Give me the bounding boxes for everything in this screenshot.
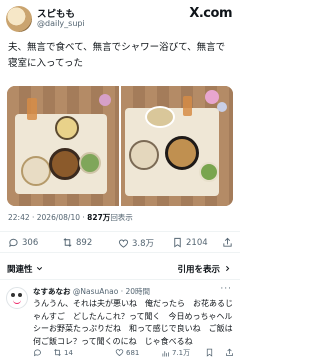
reply-avatar[interactable]: [6, 287, 28, 309]
reply-repost-count: 14: [64, 348, 73, 357]
bookmark-icon: [206, 348, 213, 357]
reply-views-count: 7.1万: [172, 349, 191, 357]
chevron-right-icon: [226, 265, 230, 272]
reply-like-count: 681: [126, 348, 140, 357]
post-actions: 306 892 3.8万 2104: [0, 231, 240, 253]
share-icon: [226, 348, 233, 356]
bookmark-count: 2104: [186, 237, 208, 248]
view-quotes-label: 引用を表示: [177, 265, 221, 275]
reply-icon: [9, 238, 18, 248]
reply-count: 306: [22, 237, 39, 248]
chevron-down-icon: [37, 267, 43, 271]
heart-icon: [118, 239, 129, 248]
post-header: スピもも @daily_supi X.com: [0, 0, 240, 40]
like-count: 3.8万: [132, 239, 155, 249]
bookmark-button[interactable]: 2104: [172, 237, 208, 248]
views-label: 回表示: [110, 213, 133, 222]
reply-share-button[interactable]: [225, 348, 234, 357]
post-photos[interactable]: [7, 86, 233, 206]
heart-icon: [115, 349, 124, 356]
brand-text: X.com: [189, 6, 232, 21]
author-handle[interactable]: @daily_supi: [37, 19, 85, 28]
reply-icon: [33, 349, 41, 357]
reply-time[interactable]: · 20時間: [121, 287, 150, 296]
post-text: 夫、無言で食べて、無言でシャワー浴びて、無言で寝室に入ってった: [8, 42, 226, 69]
reply-item[interactable]: なすあなお @NasuAnao · 20時間 ··· うんうん、それは夫が悪いね…: [0, 283, 240, 361]
views-count: 827万: [87, 213, 111, 222]
views-icon: [162, 350, 169, 356]
reply-header: なすあなお @NasuAnao · 20時間: [33, 286, 150, 297]
share-icon: [223, 237, 232, 247]
share-button[interactable]: [222, 237, 233, 248]
repost-icon: [54, 348, 61, 357]
reply-sort-bar: 関連性 引用を表示: [0, 258, 240, 280]
repost-button[interactable]: 892: [62, 237, 92, 248]
reply-repost-button[interactable]: 14: [53, 348, 73, 357]
author-name[interactable]: スピもも: [37, 6, 75, 20]
reply-author-handle[interactable]: @NasuAnao: [73, 287, 118, 296]
post-timestamp[interactable]: 22:42 · 2026/08/10 ·: [8, 213, 87, 222]
reply-like-button[interactable]: 681: [115, 348, 139, 357]
bookmark-icon: [174, 237, 181, 248]
reply-bookmark-button[interactable]: [205, 348, 214, 357]
post-meta: 22:42 · 2026/08/10 · 827万回表示: [8, 212, 133, 223]
author-avatar[interactable]: [6, 6, 32, 32]
more-options-icon[interactable]: ···: [220, 284, 232, 294]
reply-author-name[interactable]: なすあなお: [33, 287, 71, 296]
reply-text: うんうん、それは夫が悪いね 俺だったら お花あるじゃんすご どしたんこれ？って聞…: [33, 299, 233, 346]
sort-label: 関連性: [7, 265, 33, 275]
sort-dropdown[interactable]: 関連性: [7, 263, 44, 275]
photo-right[interactable]: [121, 86, 233, 206]
view-quotes-link[interactable]: 引用を表示: [178, 263, 232, 275]
photo-left[interactable]: [7, 86, 119, 206]
repost-icon: [63, 238, 72, 247]
like-button[interactable]: 3.8万: [118, 237, 154, 249]
repost-count: 892: [76, 237, 93, 248]
reply-button[interactable]: 306: [8, 237, 38, 248]
reply-actions: 14 681 7.1万: [33, 348, 238, 360]
reply-views[interactable]: 7.1万: [161, 348, 190, 358]
reply-reply-button[interactable]: [33, 348, 42, 357]
x-logo: X.com: [189, 6, 232, 21]
